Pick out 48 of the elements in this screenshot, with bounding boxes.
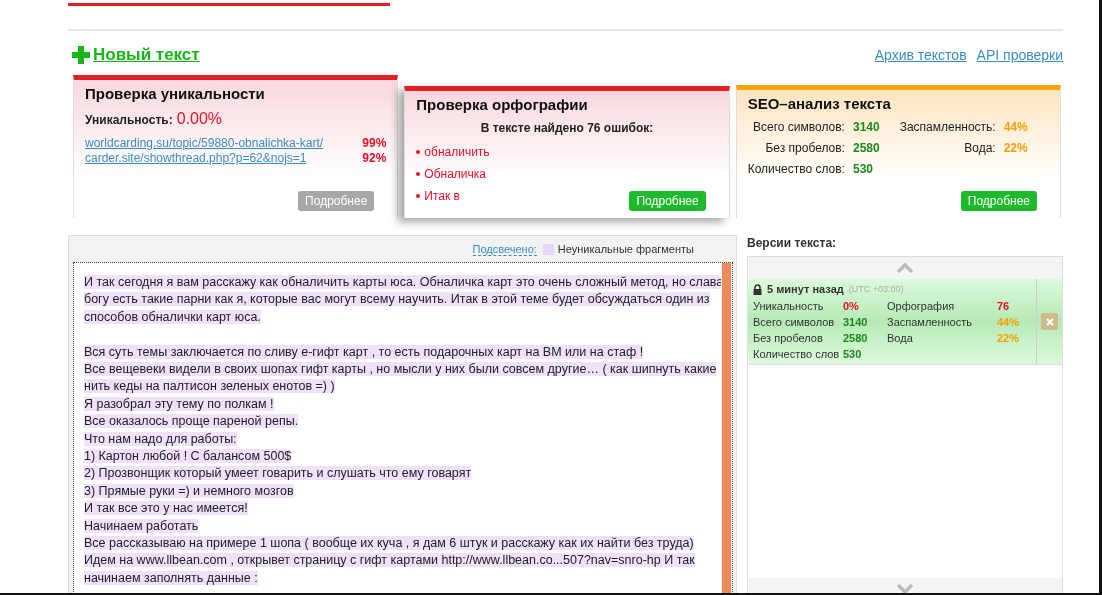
header-link[interactable]: Архив текстов [874, 47, 967, 63]
versions-title: Версии текста: [747, 235, 838, 250]
error-summary: В тексте найдено 76 ошибок: [479, 121, 655, 135]
stat-label: Вода: [963, 141, 996, 155]
source-link[interactable]: carder.site/showthread.php?p=62&nojs=1 [85, 151, 363, 165]
version-timezone: (UTC +03:00) [848, 284, 904, 294]
stat-label: Заспамленность [887, 316, 973, 328]
stat-label: Без пробелов: [764, 141, 845, 155]
stat-value: 530 [843, 348, 863, 360]
stat-value: 0% [843, 300, 860, 312]
match-percent: 99% [362, 136, 387, 150]
stat-label: Количество слов: [747, 162, 845, 176]
details-button[interactable]: Подробнее [960, 191, 1037, 211]
stat-value: 44% [997, 316, 1021, 328]
stat-value: 3140 [852, 120, 880, 134]
stat-value: 2580 [843, 332, 869, 344]
match-percent: 92% [362, 151, 387, 165]
stat-value: 2580 [852, 141, 880, 155]
header-link[interactable]: API проверки [976, 47, 1063, 63]
version-item[interactable]: 5 минут назад (UTC +03:00) Уникальность 0% Орфография 76 Всего символов 3140 Заспамленность 44% Без пробелов 2580 Вода 22% Количество слов 530 [748, 279, 1062, 365]
legend-label: Неуникальные фрагменты [557, 243, 694, 255]
stat-value: 3140 [843, 316, 869, 328]
stat-label: Количество слов [753, 348, 841, 360]
source-link[interactable]: worldcarding.su/topic/59880-obnalichka-kart/ [85, 136, 363, 150]
uniqueness-value: 0.00% [176, 110, 223, 128]
stat-label: Всего символов: [752, 120, 845, 134]
highlight-link[interactable]: Подсвечено: [472, 242, 537, 256]
spelling-error[interactable]: обналичить [416, 145, 490, 159]
stat-label: Без пробелов [753, 332, 824, 344]
new-text-link[interactable]: Новый текст [72, 45, 200, 65]
stat-value: 530 [852, 162, 874, 176]
stat-value: 22% [1003, 141, 1028, 155]
spelling-error[interactable]: Обналичка [416, 167, 486, 181]
card-title: SEO–анализ текста [747, 95, 892, 112]
version-time: 5 минут назад [767, 283, 844, 295]
stat-label: Всего символов [753, 316, 836, 328]
stat-label: Вода [887, 332, 914, 344]
details-button[interactable]: Подробнее [629, 191, 706, 211]
stat-label: Орфография [887, 300, 956, 312]
spelling-error[interactable]: Итак в [416, 189, 460, 203]
stat-value: 44% [1003, 120, 1028, 134]
stat-label: Уникальность [753, 300, 825, 312]
stat-value: 22% [997, 332, 1021, 344]
uniqueness-label: Уникальность: [85, 113, 173, 127]
stat-value: 76 [997, 300, 1011, 312]
card-title: Проверка орфографии [416, 96, 589, 113]
stat-label: Заспамленность: [899, 120, 996, 134]
card-title: Проверка уникальности [85, 85, 266, 102]
